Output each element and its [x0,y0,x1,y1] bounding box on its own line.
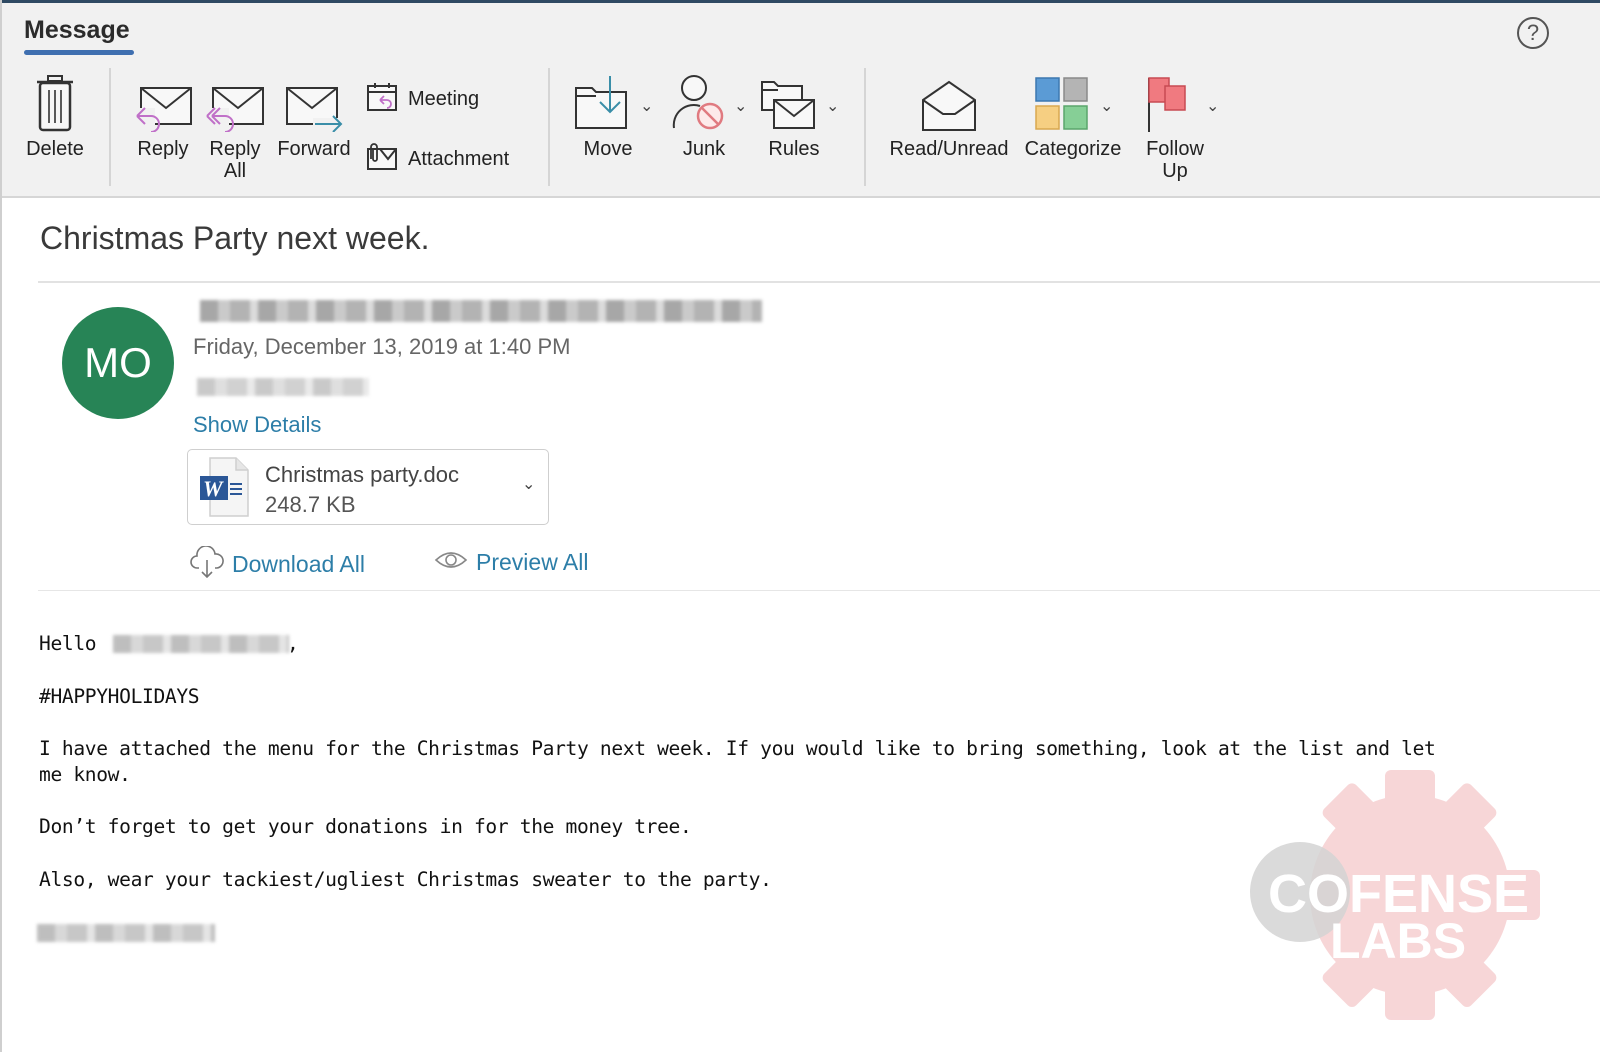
move-button[interactable]: ⌄ Move [574,68,654,160]
svg-text:W: W [203,476,224,501]
body-greeting: Hello [39,632,97,655]
help-button[interactable]: ? [1517,17,1549,49]
rules-label: Rules [768,138,820,160]
junk-dropdown-chevron-icon[interactable]: ⌄ [734,96,747,116]
word-document-icon: W [198,456,252,523]
signature-redacted [37,924,215,942]
message-date: Friday, December 13, 2019 at 1:40 PM [193,334,571,359]
junk-button[interactable]: ⌄ Junk [670,68,750,160]
header-divider [38,281,1600,283]
reply-label: Reply [137,138,189,160]
reply-all-label: Reply All [209,138,260,182]
categorize-button[interactable]: ⌄ Categorize [1020,68,1126,160]
tab-message[interactable]: Message [24,16,130,45]
greeting-text: Hello [39,632,97,655]
body-line-sweater: Also, wear your tackiest/ugliest Christm… [39,868,772,891]
categorize-dropdown-chevron-icon[interactable]: ⌄ [1100,96,1113,116]
download-all-label: Download All [232,551,365,577]
cloud-download-icon [190,545,224,583]
preview-all-button[interactable]: Preview All [434,548,588,577]
ribbon-separator [864,68,866,186]
tab-active-indicator [24,50,134,55]
sender-avatar: MO [62,307,174,419]
rules-dropdown-chevron-icon[interactable]: ⌄ [826,96,839,116]
calendar-reply-icon [366,81,398,118]
follow-up-label-line2: Up [1162,160,1188,182]
meeting-button[interactable]: Meeting [366,81,479,118]
greeting-comma: , [287,632,299,655]
reply-all-label-line2: All [223,160,247,182]
body-line-menu-cont: me know. [39,763,131,786]
read-unread-button[interactable]: Read/Unread [886,68,1012,160]
delete-label: Delete [26,138,84,160]
reply-all-label-line1: Reply [209,138,261,160]
reply-all-button[interactable]: Reply All [202,68,268,182]
junk-label: Junk [682,138,726,160]
follow-up-label: Follow Up [1146,138,1204,182]
ribbon-toolbar: Message ? Delete Reply Reply All Forward… [2,3,1600,198]
open-envelope-icon [921,68,977,132]
cofense-labs-watermark: COFENSE LABS [1250,770,1540,1020]
trash-icon [35,68,75,132]
forward-label: Forward [277,138,351,160]
download-all-button[interactable]: Download All [190,545,365,583]
follow-up-dropdown-chevron-icon[interactable]: ⌄ [1206,96,1219,116]
attachment-button[interactable]: Attachment [366,143,509,176]
rules-button[interactable]: ⌄ Rules [760,68,842,160]
paperclip-envelope-icon [366,143,398,176]
move-label: Move [583,138,633,160]
attachment-label: Attachment [408,148,510,170]
forward-button[interactable]: Forward [274,68,354,160]
eye-icon [434,548,468,577]
reply-button[interactable]: Reply [132,68,194,160]
attachment-filename: Christmas party.doc [265,462,459,487]
watermark-line2: LABS [1330,913,1466,969]
body-divider [38,590,1600,591]
show-details-link[interactable]: Show Details [193,412,321,438]
message-subject: Christmas Party next week. [40,220,430,256]
follow-up-label-line1: Follow [1146,138,1204,160]
reply-all-icon [205,68,265,132]
read-unread-label: Read/Unread [889,138,1009,160]
ribbon-separator [109,68,111,186]
recipient-redacted [197,378,369,396]
move-dropdown-chevron-icon[interactable]: ⌄ [640,96,653,116]
body-line-donations: Don’t forget to get your donations in fo… [39,815,692,838]
recipient-name-redacted [113,635,289,653]
forward-icon [283,68,345,132]
body-line-hashtag: #HAPPYHOLIDAYS [39,685,200,708]
delete-button[interactable]: Delete [24,68,86,160]
preview-all-label: Preview All [476,549,589,575]
follow-up-button[interactable]: ⌄ Follow Up [1142,68,1222,182]
body-line-menu: I have attached the menu for the Christm… [39,737,1436,760]
meeting-label: Meeting [408,88,480,110]
attachment-filesize: 248.7 KB [265,492,356,517]
sender-address-redacted [200,300,762,322]
reply-icon [133,68,193,132]
attachment-options-chevron-icon[interactable]: ⌄ [522,474,535,494]
attachment-card[interactable]: W Christmas party.doc 248.7 KB ⌄ [187,449,549,525]
categorize-label: Categorize [1024,138,1122,160]
ribbon-separator [548,68,550,186]
